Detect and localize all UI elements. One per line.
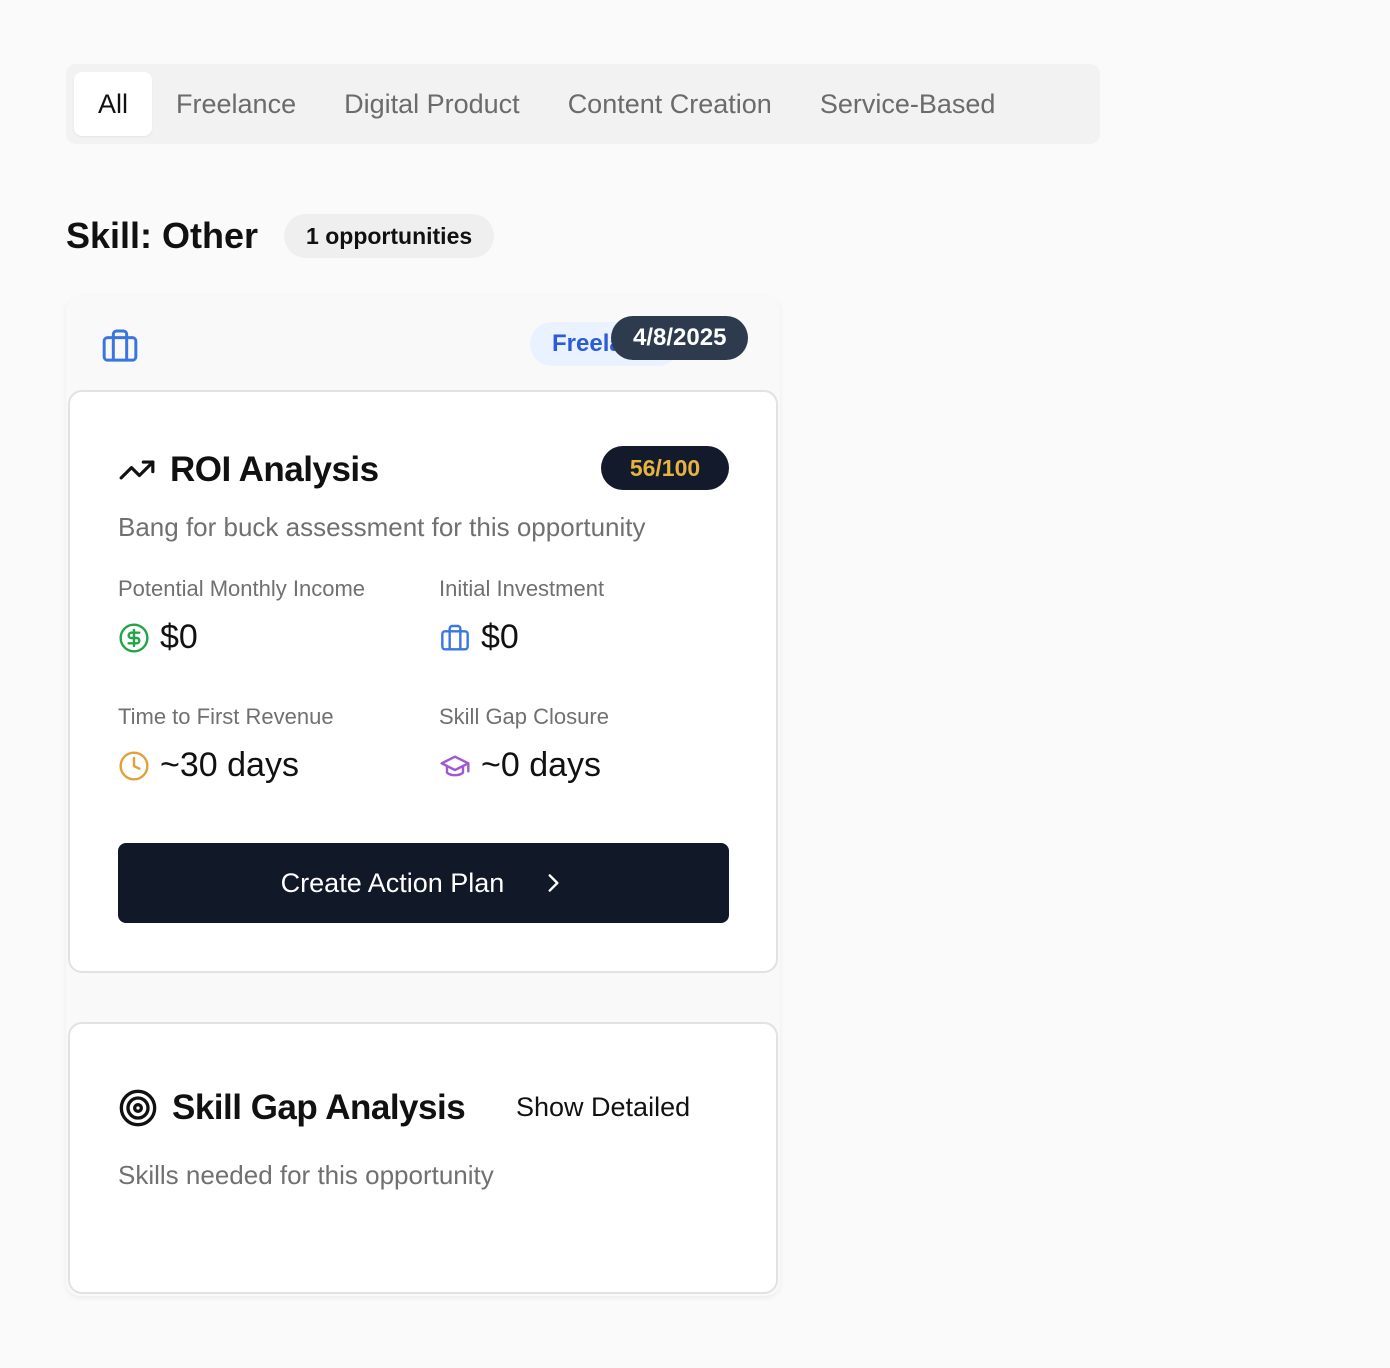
clock-icon: [119, 750, 149, 781]
metric-value-row: $0: [439, 618, 739, 657]
skill-gap-description: Skills needed for this opportunity: [118, 1160, 494, 1190]
chevron-right-icon: [548, 874, 559, 892]
metric-value-row: $0: [118, 618, 418, 657]
tab-service-based[interactable]: Service-Based: [796, 72, 1020, 136]
tab-content-creation[interactable]: Content Creation: [544, 72, 796, 136]
roi-title-text: ROI Analysis: [170, 450, 379, 489]
graduation-cap-icon: [440, 754, 470, 776]
metric-label: Time to First Revenue: [118, 704, 334, 729]
metric-label: Initial Investment: [439, 576, 605, 601]
metric-label: Potential Monthly Income: [118, 576, 366, 601]
tab-all[interactable]: All: [74, 72, 153, 136]
tab-digital-product[interactable]: Digital Product: [320, 72, 544, 136]
metric-time-to-revenue: Time to First Revenue ~30 days: [118, 704, 418, 785]
opportunity-card: Freelance 4/8/2025 ROI Analysis 56/100 B…: [66, 296, 780, 1296]
metric-skill-gap-closure: Skill Gap Closure ~0 days: [439, 704, 739, 785]
roi-analysis-panel: ROI Analysis 56/100 Bang for buck assess…: [68, 390, 778, 973]
briefcase-icon: [102, 329, 138, 362]
date-badge: 4/8/2025: [611, 316, 749, 360]
section-title: Skill: Other: [66, 215, 259, 256]
metric-label: Skill Gap Closure: [439, 704, 609, 729]
trending-up-icon: [119, 460, 155, 480]
tab-freelance[interactable]: Freelance: [152, 72, 320, 136]
opportunity-count-badge: 1 opportunities: [284, 214, 495, 258]
roi-description: Bang for buck assessment for this opport…: [118, 512, 646, 542]
roi-title: ROI Analysis: [118, 450, 379, 490]
opportunity-type-tabs: All Freelance Digital Product Content Cr…: [66, 64, 1100, 144]
roi-score-badge: 56/100: [601, 446, 729, 490]
button-label: Create Action Plan: [280, 867, 505, 898]
create-action-plan-button[interactable]: Create Action Plan: [118, 843, 729, 923]
show-detailed-toggle[interactable]: Show Detailed: [516, 1092, 690, 1123]
metric-value: $0: [481, 618, 519, 656]
metric-value-row: ~0 days: [439, 746, 739, 785]
metric-value: ~0 days: [481, 746, 602, 784]
skill-gap-panel: Skill Gap Analysis Show Detailed Skills …: [68, 1022, 778, 1294]
metric-monthly-income: Potential Monthly Income $0: [118, 576, 418, 657]
target-icon: [119, 1089, 157, 1127]
metric-value: $0: [160, 618, 198, 656]
skill-gap-title-text: Skill Gap Analysis: [172, 1088, 466, 1127]
metric-value-row: ~30 days: [118, 746, 418, 785]
briefcase-icon: [441, 624, 469, 651]
dollar-circle-icon: [119, 622, 149, 653]
metric-value: ~30 days: [160, 746, 299, 784]
skill-gap-title: Skill Gap Analysis: [118, 1088, 466, 1128]
skill-section-header: Skill: Other 1 opportunities: [66, 214, 495, 258]
metric-initial-investment: Initial Investment $0: [439, 576, 739, 657]
